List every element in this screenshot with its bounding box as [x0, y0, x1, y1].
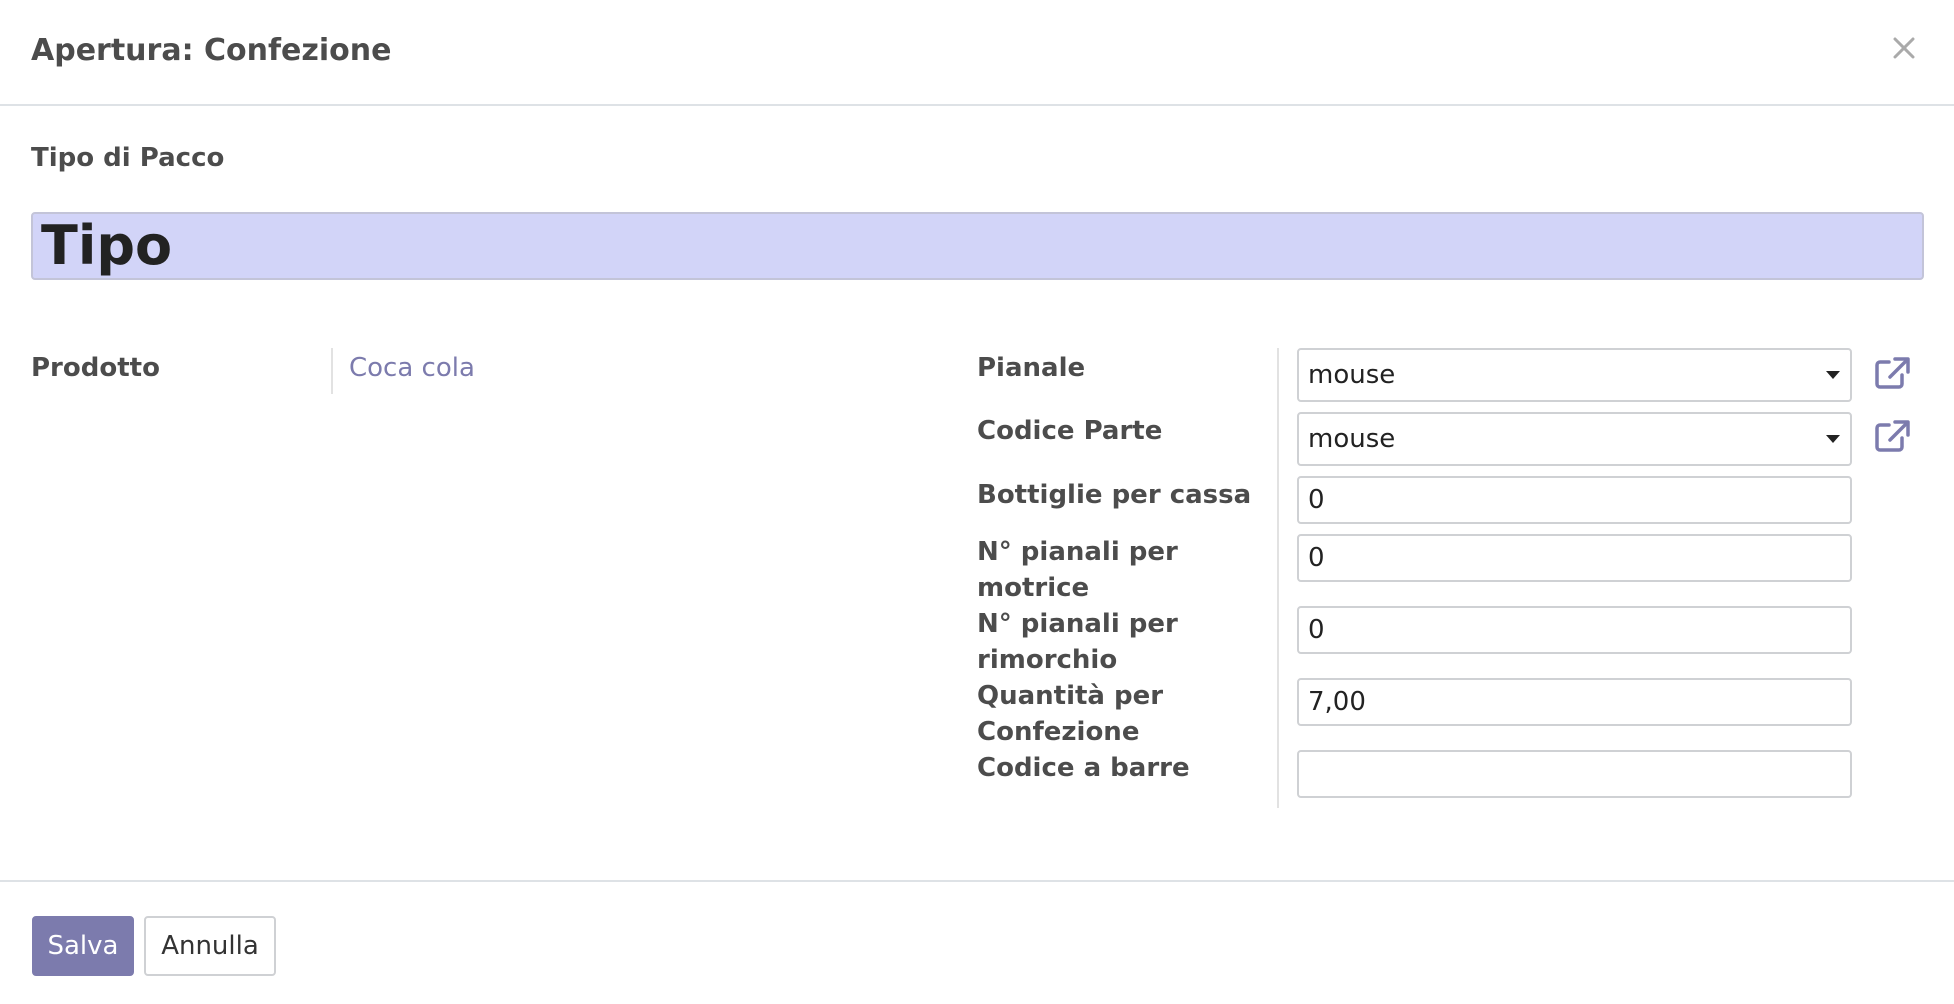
- chevron-down-icon: [1826, 435, 1840, 443]
- product-link[interactable]: Coca cola: [349, 350, 475, 386]
- part-code-select[interactable]: mouse: [1297, 412, 1852, 466]
- dialog: Apertura: Confezione Tipo di Pacco Tipo …: [0, 0, 1954, 1004]
- pallet-select[interactable]: mouse: [1297, 348, 1852, 402]
- left-separator: [331, 348, 333, 394]
- product-label: Prodotto: [31, 353, 160, 383]
- qty-label-line2: Confezione: [977, 717, 1140, 747]
- external-link-icon[interactable]: [1872, 418, 1912, 454]
- right-separator: [1277, 348, 1279, 808]
- pallets-trailer-label: N° pianali per rimorchio: [977, 606, 1178, 678]
- barcode-input[interactable]: [1297, 750, 1852, 798]
- part-code-select-value: mouse: [1308, 424, 1396, 454]
- close-icon[interactable]: [1884, 28, 1924, 68]
- dialog-footer: Salva Annulla: [0, 880, 1954, 1004]
- dialog-title: Apertura: Confezione: [31, 33, 392, 68]
- pallets-trailer-label-line2: rimorchio: [977, 645, 1118, 675]
- bottles-label: Bottiglie per cassa: [977, 480, 1252, 510]
- external-link-icon[interactable]: [1872, 355, 1912, 391]
- chevron-down-icon: [1826, 371, 1840, 379]
- pallet-select-value: mouse: [1308, 360, 1396, 390]
- pallets-truck-label-line2: motrice: [977, 573, 1090, 603]
- pallets-trailer-input[interactable]: 0: [1297, 606, 1852, 654]
- name-input[interactable]: Tipo: [31, 212, 1924, 280]
- qty-input[interactable]: 7,00: [1297, 678, 1852, 726]
- pallet-label: Pianale: [977, 353, 1086, 383]
- cancel-button[interactable]: Annulla: [144, 916, 276, 976]
- pallets-truck-input[interactable]: 0: [1297, 534, 1852, 582]
- sheet-label: Tipo di Pacco: [31, 143, 225, 173]
- qty-label-line1: Quantità per: [977, 681, 1164, 711]
- qty-label: Quantità per Confezione: [977, 678, 1163, 750]
- pallets-truck-label: N° pianali per motrice: [977, 534, 1178, 606]
- pallets-truck-label-line1: N° pianali per: [977, 537, 1178, 567]
- pallets-trailer-label-line1: N° pianali per: [977, 609, 1178, 639]
- dialog-header: Apertura: Confezione: [0, 0, 1954, 106]
- part-code-label: Codice Parte: [977, 416, 1163, 446]
- barcode-label: Codice a barre: [977, 753, 1190, 783]
- save-button[interactable]: Salva: [32, 916, 134, 976]
- bottles-input[interactable]: 0: [1297, 476, 1852, 524]
